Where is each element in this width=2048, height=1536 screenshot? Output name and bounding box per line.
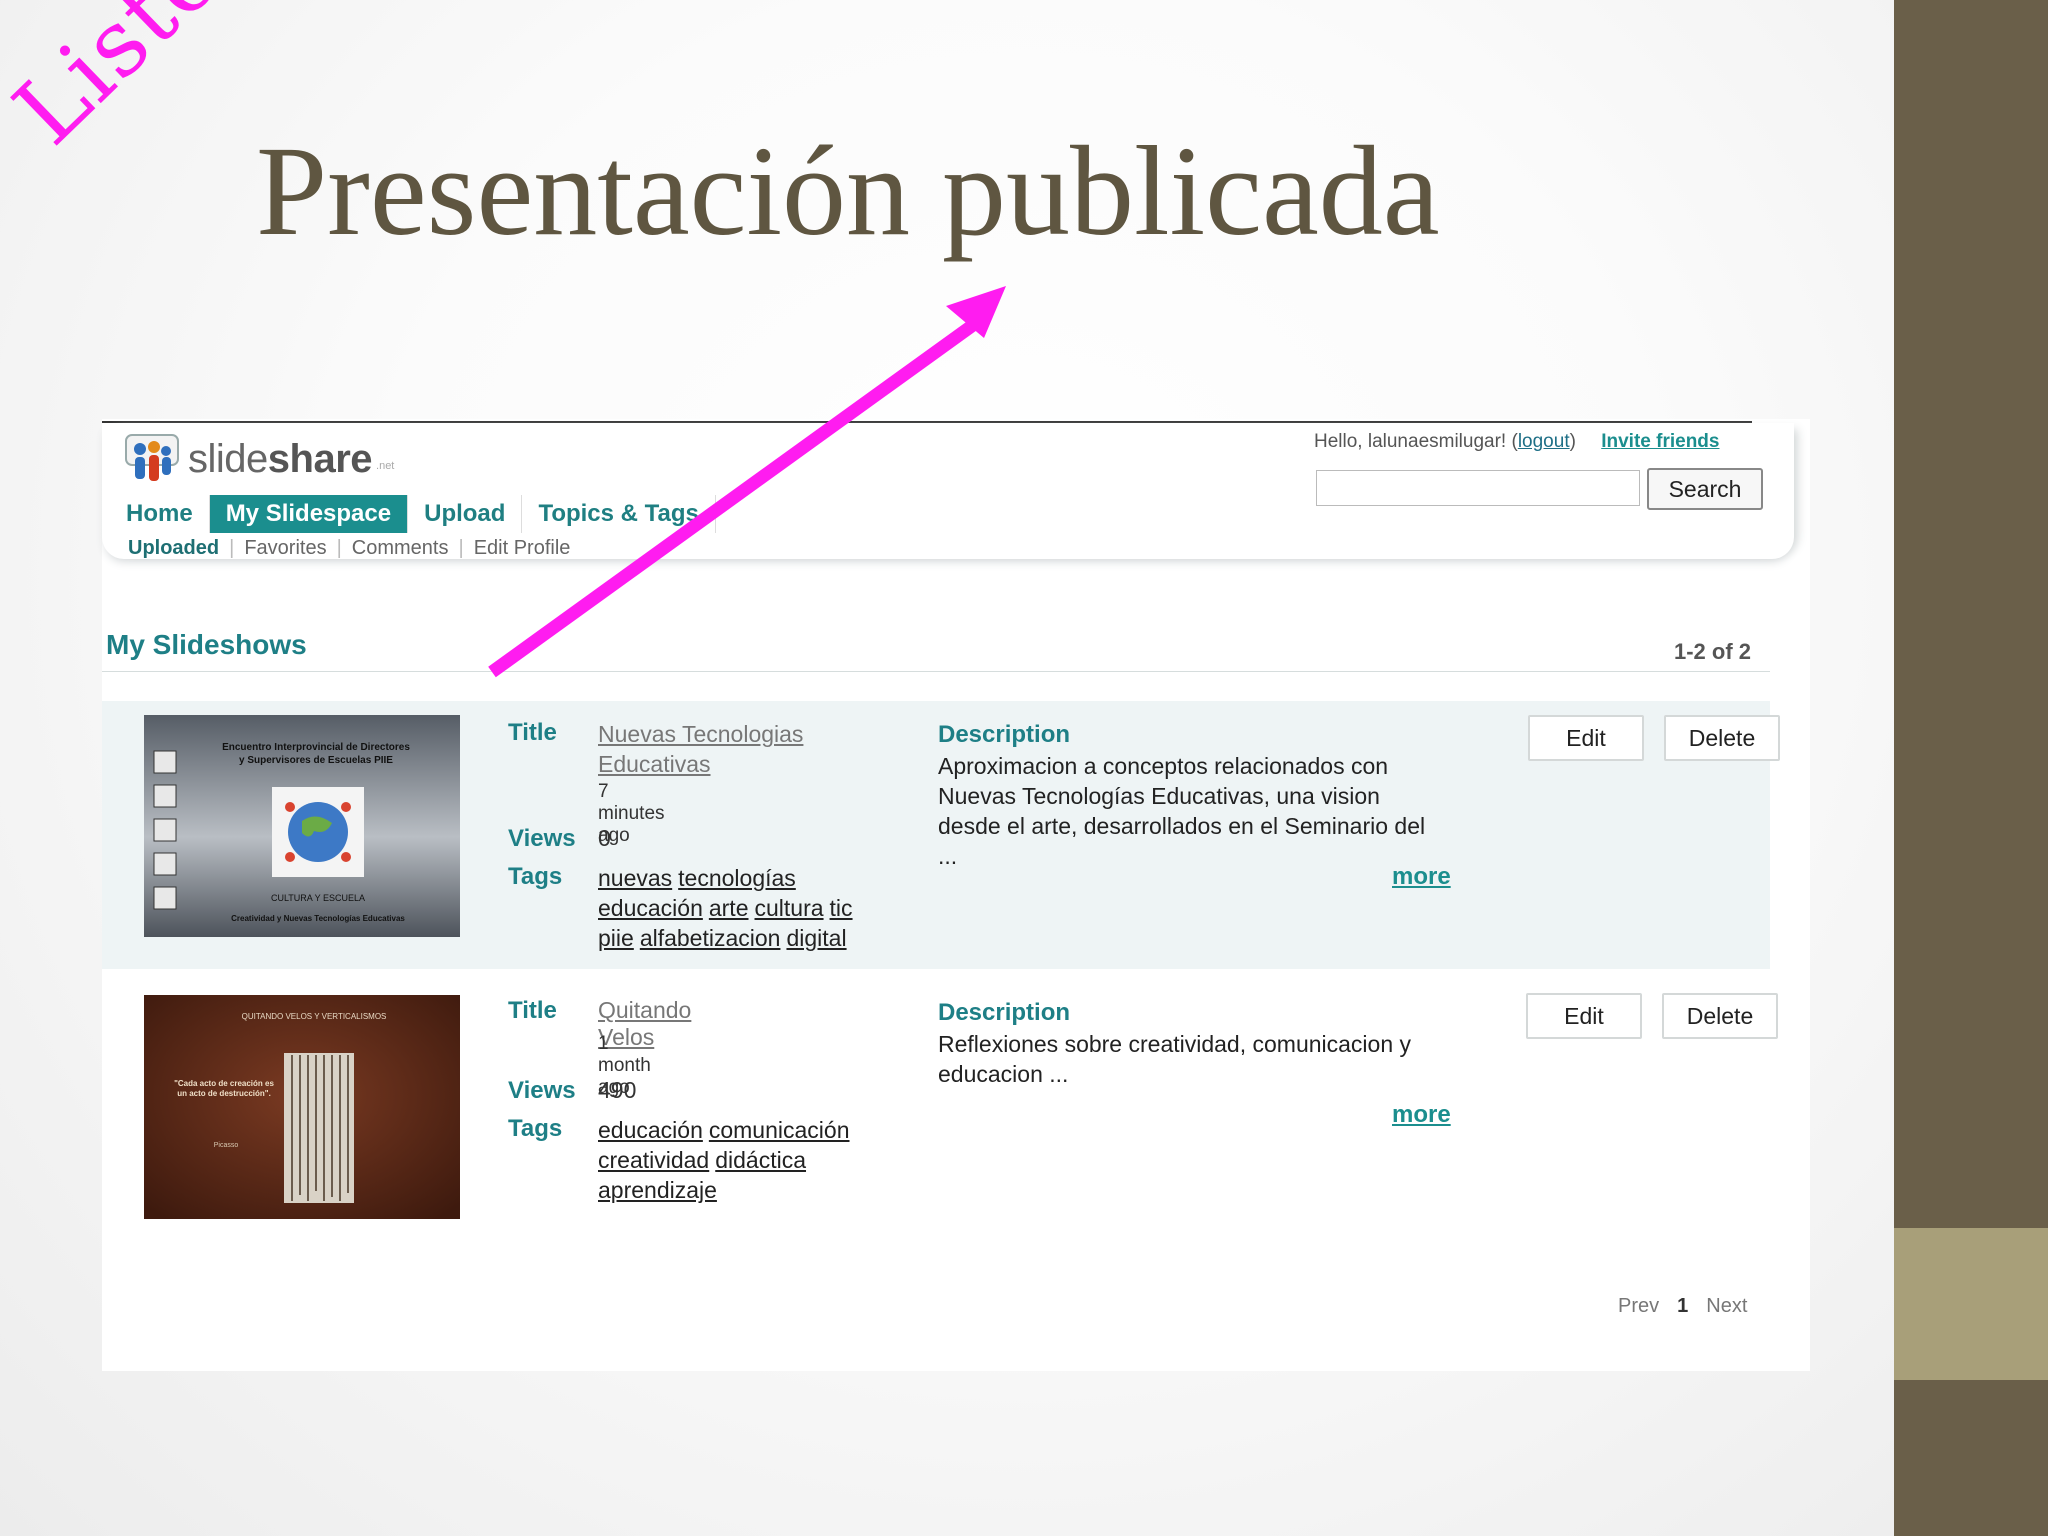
invite-friends-link[interactable]: Invite friends [1601, 431, 1719, 452]
pagination: Prev 1 Next [1618, 1295, 1747, 1318]
next-link[interactable]: Next [1706, 1295, 1747, 1317]
logo-suffix: .net [376, 460, 395, 472]
slideshow-row: Encuentro Interprovincial de Directores … [102, 701, 1780, 969]
slideshow-title-link[interactable]: Nuevas Tecnologias Educativas [598, 719, 838, 779]
main-nav: Home My Slidespace Upload Topics & Tags [110, 495, 716, 533]
tag-list: nuevas tecnologías educación arte cultura ti… [598, 863, 908, 953]
slideshare-logo-icon [125, 434, 179, 481]
tag-link[interactable]: aprendizaje [598, 1177, 717, 1203]
views-count: 490 [598, 1077, 637, 1103]
title-label: Title [508, 997, 557, 1024]
subnav-comments[interactable]: Comments [342, 537, 459, 560]
tag-link[interactable]: tic [830, 895, 853, 921]
tag-link[interactable]: arte [709, 895, 749, 921]
more-link[interactable]: more [1392, 863, 1451, 891]
slideshow-title-text[interactable]: Nuevas Tecnologias Educativas [598, 721, 803, 777]
tag-link[interactable]: cultura [755, 895, 824, 921]
thumb-line: Picasso [214, 1142, 239, 1149]
more-link[interactable]: more [1392, 1101, 1451, 1129]
prev-link[interactable]: Prev [1618, 1295, 1659, 1317]
listo-stamp: Listo [0, 0, 242, 165]
tag-link[interactable]: tecnologías [678, 865, 796, 891]
title-label: Title [508, 719, 557, 746]
nav-home[interactable]: Home [110, 495, 210, 533]
nav-upload[interactable]: Upload [408, 495, 523, 533]
tag-list: educación comunicación creatividad didácti… [598, 1115, 908, 1205]
views-label: Views [508, 825, 576, 852]
nav-topics-tags[interactable]: Topics & Tags [522, 495, 716, 533]
description-text: Reflexiones sobre creatividad, comunicac… [938, 1031, 1412, 1087]
tags-label: Tags [508, 1115, 563, 1142]
thumb-line: Creatividad y Nuevas Tecnologías Educati… [231, 914, 405, 923]
tag-link[interactable]: educación [598, 1117, 703, 1143]
tag-link[interactable]: alfabetizacion [640, 925, 781, 951]
thumb-line: CULTURA Y ESCUELA [271, 893, 365, 903]
description-label: Description [938, 999, 1071, 1026]
result-count: 1-2 of 2 [1674, 639, 1752, 664]
edit-button[interactable]: Edit [1526, 993, 1642, 1039]
views-count: 0 [598, 825, 611, 851]
description-text: Aproximacion a conceptos relacionados co… [938, 753, 1426, 869]
slide-title: Presentación publicada [256, 120, 1440, 262]
side-decor-accent [1894, 1228, 2048, 1380]
site-header: slideshare .net Home My Slidespace Uploa… [102, 423, 1794, 559]
delete-button[interactable]: Delete [1664, 715, 1780, 761]
user-greeting-close: ) [1569, 431, 1576, 452]
slideshow-row: QUITANDO VELOS Y VERTICALISMOS "Cada act… [102, 981, 1778, 1251]
subnav-edit-profile[interactable]: Edit Profile [464, 537, 581, 560]
search-input[interactable] [1316, 470, 1640, 506]
tag-link[interactable]: comunicación [709, 1117, 850, 1143]
tag-link[interactable]: educación [598, 895, 703, 921]
tag-link[interactable]: digital [786, 925, 846, 951]
description-label: Description [938, 721, 1071, 748]
user-greeting: Hello, lalunaesmilugar! ( [1314, 431, 1518, 452]
tag-link[interactable]: nuevas [598, 865, 672, 891]
slideshare-logo[interactable]: slideshare .net [124, 433, 394, 485]
delete-button[interactable]: Delete [1662, 993, 1778, 1039]
thumb-line: QUITANDO VELOS Y VERTICALISMOS [242, 1012, 387, 1021]
user-bar: Hello, lalunaesmilugar! (logout) Invite … [1314, 431, 1719, 453]
slideshow-thumbnail[interactable]: Encuentro Interprovincial de Directores … [144, 715, 460, 937]
subnav-favorites[interactable]: Favorites [234, 537, 336, 560]
slideshare-screenshot: slideshare .net Home My Slidespace Uploa… [102, 419, 1810, 1371]
subnav-uploaded[interactable]: Uploaded [128, 537, 229, 560]
thumb-line: y Supervisores de Escuelas PIIE [239, 755, 393, 766]
slideshow-thumbnail[interactable]: QUITANDO VELOS Y VERTICALISMOS "Cada act… [144, 995, 460, 1219]
tag-link[interactable]: didáctica [715, 1147, 806, 1173]
section-divider [102, 671, 1770, 672]
edit-button[interactable]: Edit [1528, 715, 1644, 761]
thumb-quote: "Cada acto de creación es un acto de des… [174, 1079, 274, 1098]
tags-label: Tags [508, 863, 563, 890]
tag-link[interactable]: piie [598, 925, 634, 951]
section-title: My Slideshows [106, 629, 307, 660]
tag-link[interactable]: creatividad [598, 1147, 709, 1173]
current-page: 1 [1677, 1295, 1689, 1317]
nav-my-slidespace[interactable]: My Slidespace [209, 495, 409, 533]
logo-text: slideshare [188, 436, 373, 481]
search-button[interactable]: Search [1647, 468, 1763, 510]
sub-nav: Uploaded | Favorites | Comments | Edit P… [128, 537, 580, 560]
views-label: Views [508, 1077, 576, 1104]
thumb-line: Encuentro Interprovincial de Directores [222, 742, 410, 753]
logout-link[interactable]: logout [1518, 431, 1570, 452]
